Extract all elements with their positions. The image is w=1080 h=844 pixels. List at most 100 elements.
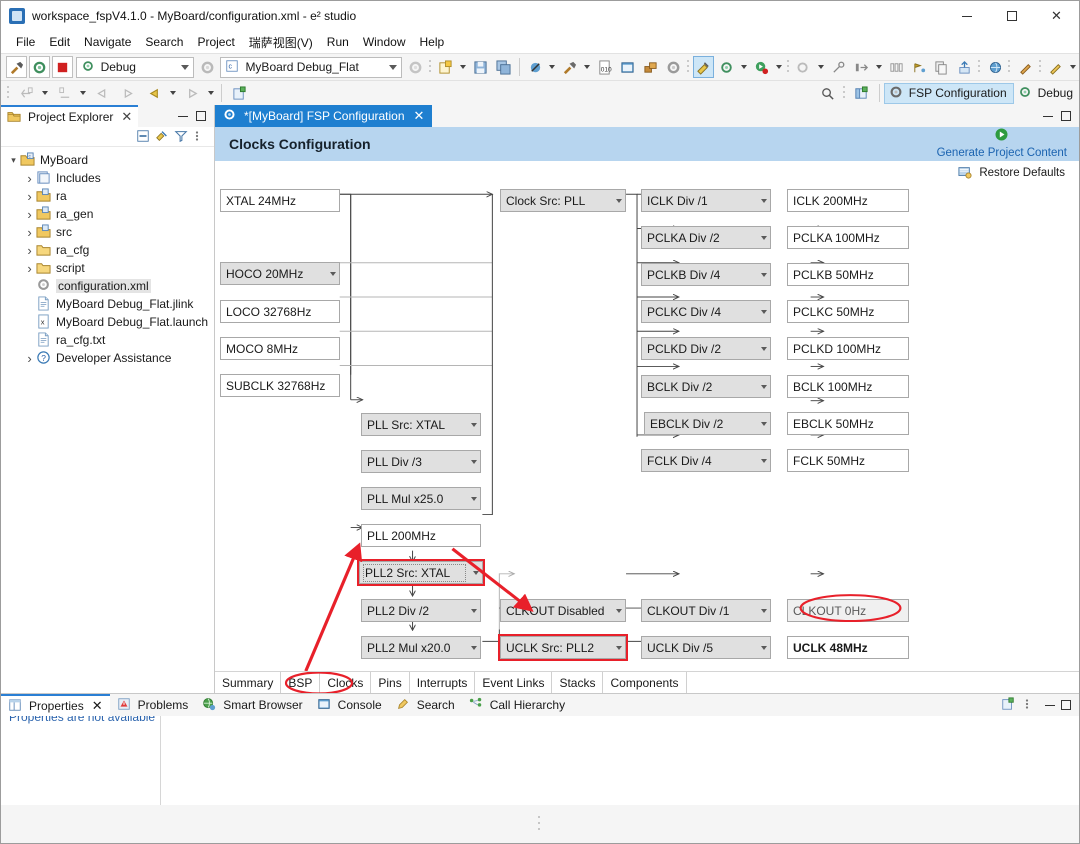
globe-icon[interactable] — [985, 56, 1006, 78]
generate-project-content-button[interactable]: Generate Project Content — [937, 125, 1067, 160]
node-pclkb-div[interactable]: PCLKB Div /4 — [641, 263, 771, 286]
tree-item-launch[interactable]: x MyBoard Debug_Flat.launch — [1, 313, 214, 331]
chevron-down-icon[interactable] — [462, 459, 480, 464]
node-pclkc-div[interactable]: PCLKC Div /4 — [641, 300, 771, 323]
run-dropdown-icon[interactable] — [775, 65, 782, 69]
maximize-icon[interactable] — [1061, 111, 1071, 121]
tab-clocks[interactable]: Clocks — [320, 672, 372, 693]
back-arrow-icon[interactable] — [142, 82, 166, 104]
open-perspective-icon[interactable] — [850, 82, 874, 104]
maximize-icon[interactable] — [1061, 700, 1071, 710]
node-moco[interactable]: MOCO 8MHz — [220, 337, 340, 360]
launch-config-gear-icon[interactable] — [405, 56, 426, 78]
chevron-down-icon[interactable] — [607, 645, 625, 650]
node-uclk-output[interactable]: UCLK 48MHz — [787, 636, 909, 659]
link-icon[interactable] — [640, 56, 661, 78]
chevron-right-icon[interactable] — [23, 243, 36, 258]
save-all-icon[interactable] — [493, 56, 514, 78]
tree-item-ra-cfg[interactable]: ra_cfg — [1, 241, 214, 259]
minimize-icon[interactable] — [178, 115, 188, 117]
save-icon[interactable] — [470, 56, 491, 78]
hammer-icon[interactable] — [6, 56, 27, 78]
node-pll-src[interactable]: PLL Src: XTAL — [361, 413, 481, 436]
chevron-down-icon[interactable] — [462, 422, 480, 427]
tab-fsp-configuration[interactable]: *[MyBoard] FSP Configuration ✕ — [215, 105, 433, 127]
search-icon[interactable] — [816, 82, 840, 104]
close-button[interactable]: ✕ — [1034, 1, 1079, 31]
restore-defaults-button[interactable]: Restore Defaults — [215, 161, 1079, 185]
tab-stacks[interactable]: Stacks — [552, 672, 604, 693]
node-loco[interactable]: LOCO 32768Hz — [220, 300, 340, 323]
perspective-debug[interactable]: Debug — [1014, 83, 1079, 104]
node-pll2-mul[interactable]: PLL2 Mul x20.0 — [361, 636, 481, 659]
close-icon[interactable]: ✕ — [92, 698, 103, 714]
forward-nav-icon[interactable] — [52, 82, 76, 104]
minimize-button[interactable] — [944, 1, 989, 31]
tab-event-links[interactable]: Event Links — [475, 672, 553, 693]
view-menu-icon[interactable] — [1023, 697, 1039, 713]
tab-smart-browser[interactable]: Smart Browser — [195, 694, 309, 716]
build-hammer-icon[interactable] — [559, 56, 580, 78]
pen-icon[interactable] — [1015, 56, 1036, 78]
chevron-down-icon[interactable] — [752, 608, 770, 613]
tree-item-jlink[interactable]: MyBoard Debug_Flat.jlink — [1, 295, 214, 313]
node-clkout-src[interactable]: CLKOUT Disabled — [500, 599, 626, 622]
chevron-down-icon[interactable] — [607, 198, 625, 203]
menu-item-project[interactable]: Project — [190, 33, 241, 51]
chevron-right-icon[interactable] — [23, 207, 36, 222]
debug-icon[interactable] — [716, 56, 737, 78]
tree-item-ra[interactable]: ra — [1, 187, 214, 205]
menu-item-search[interactable]: Search — [138, 33, 190, 51]
tree-item-src[interactable]: src — [1, 223, 214, 241]
profile-dropdown-icon[interactable] — [818, 65, 825, 69]
node-iclk-output[interactable]: ICLK 200MHz — [787, 189, 909, 212]
node-pclkc-output[interactable]: PCLKC 50MHz — [787, 300, 909, 323]
project-tree[interactable]: c MyBoard Includes ra — [1, 147, 214, 693]
new-icon[interactable] — [435, 56, 456, 78]
tree-item-developer-assistance[interactable]: ? Developer Assistance — [1, 349, 214, 367]
node-hoco[interactable]: HOCO 20MHz — [220, 262, 340, 285]
close-icon[interactable]: ✕ — [414, 108, 425, 124]
node-pll2-src[interactable]: PLL2 Src: XTAL — [357, 559, 485, 586]
back-nav-dropdown-icon[interactable] — [42, 91, 48, 95]
build-dropdown-icon[interactable] — [584, 65, 591, 69]
chevron-down-icon[interactable] — [752, 346, 770, 351]
forward-nav-dropdown-icon[interactable] — [80, 91, 86, 95]
node-ebclk-output[interactable]: EBCLK 50MHz — [787, 412, 909, 435]
node-xtal[interactable]: XTAL 24MHz — [220, 189, 340, 212]
node-pclkd-div[interactable]: PCLKD Div /2 — [641, 337, 771, 360]
node-pll2-div[interactable]: PLL2 Div /2 — [361, 599, 481, 622]
new-view-icon[interactable] — [1001, 697, 1017, 713]
chevron-right-icon[interactable] — [23, 225, 36, 240]
tree-item-myboard[interactable]: c MyBoard — [1, 151, 214, 169]
link-with-editor-icon[interactable] — [155, 129, 171, 145]
collapse-all-icon[interactable] — [136, 129, 152, 145]
tab-pins[interactable]: Pins — [371, 672, 410, 693]
node-clkout-output[interactable]: CLKOUT 0Hz — [787, 599, 909, 622]
chevron-right-icon[interactable] — [23, 171, 36, 186]
resize-grip[interactable] — [538, 814, 542, 834]
node-ebclk-div[interactable]: EBCLK Div /2 — [644, 412, 771, 435]
minimize-icon[interactable] — [1043, 115, 1053, 117]
run-icon[interactable] — [751, 56, 772, 78]
tab-project-explorer[interactable]: Project Explorer ✕ — [1, 105, 139, 127]
node-bclk-div[interactable]: BCLK Div /2 — [641, 375, 771, 398]
tab-summary[interactable]: Summary — [215, 672, 282, 693]
chevron-down-icon[interactable] — [752, 421, 770, 426]
highlight-icon[interactable] — [1045, 56, 1066, 78]
chevron-down-icon[interactable] — [752, 384, 770, 389]
node-pll-output[interactable]: PLL 200MHz — [361, 524, 481, 547]
node-pclkd-output[interactable]: PCLKD 100MHz — [787, 337, 909, 360]
menu-item-window[interactable]: Window — [356, 33, 413, 51]
tree-item-script[interactable]: script — [1, 259, 214, 277]
skip-breakpoints-dropdown-icon[interactable] — [549, 65, 556, 69]
columns-icon[interactable] — [886, 56, 907, 78]
chevron-down-icon[interactable] — [7, 155, 20, 166]
chevron-down-icon[interactable] — [752, 272, 770, 277]
maximize-button[interactable] — [989, 1, 1034, 31]
menu-item-run[interactable]: Run — [320, 33, 356, 51]
launch-mode-settings-icon[interactable] — [197, 56, 218, 78]
tree-item-includes[interactable]: Includes — [1, 169, 214, 187]
menu-item-file[interactable]: File — [9, 33, 42, 51]
tab-components[interactable]: Components — [603, 672, 687, 693]
